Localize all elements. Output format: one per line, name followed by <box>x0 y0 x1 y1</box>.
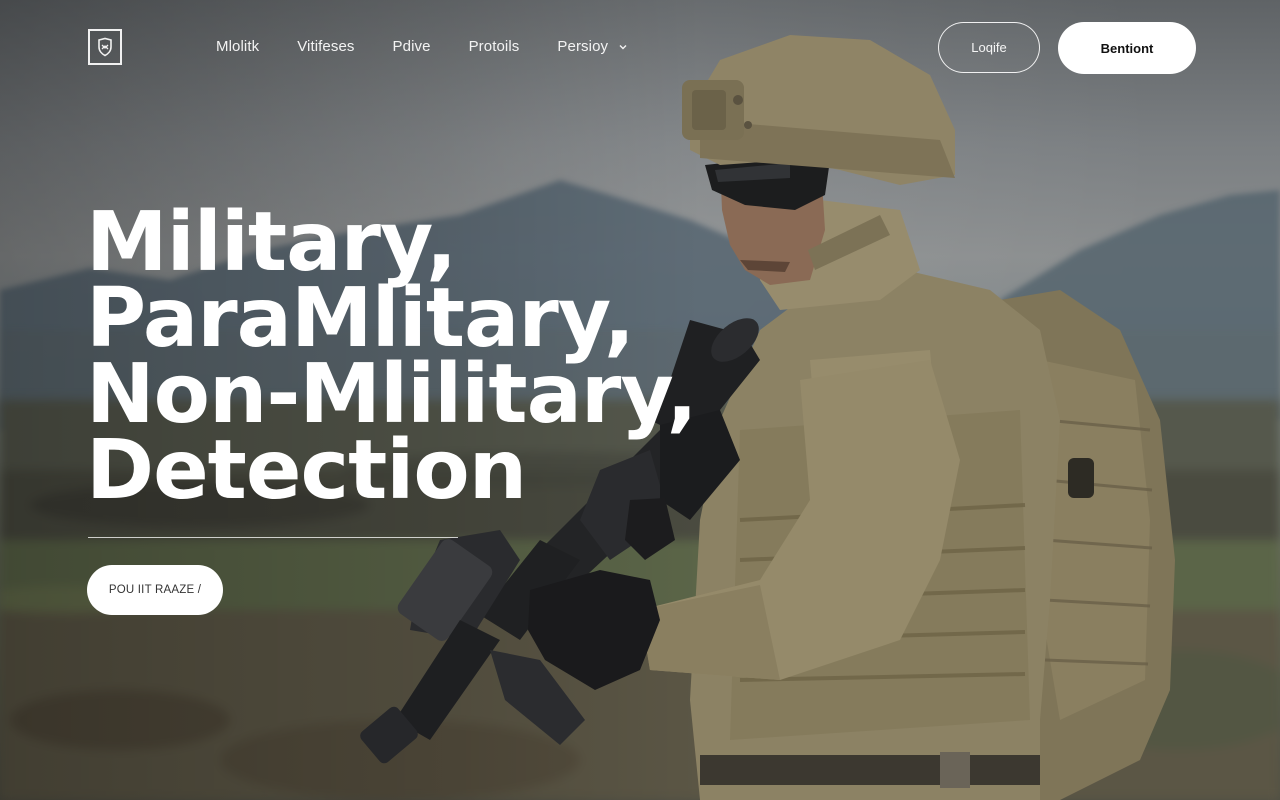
nav-link-1-label: Mlolitk <box>216 38 260 55</box>
chevron-down-icon <box>619 44 627 49</box>
hero-headline: Military, ParaMlitary, Non-Mlilitary, De… <box>86 195 698 518</box>
primary-cta-button[interactable]: Bentiont <box>1058 22 1196 74</box>
nav-link-3-label: Pdive <box>392 38 431 55</box>
hero-divider <box>88 537 458 538</box>
nav-link-2[interactable]: Vitifeses <box>297 38 354 55</box>
nav-link-2-label: Vitifeses <box>297 38 355 55</box>
nav-link-4[interactable]: Protoils <box>469 38 520 55</box>
nav-link-5-dropdown[interactable]: Persioy <box>557 38 628 55</box>
headline-line-4: Detection <box>86 423 527 518</box>
nav-link-1[interactable]: Mlolitk <box>216 38 259 55</box>
login-button-label: Loqife <box>971 40 1007 55</box>
shield-glyph-icon <box>98 37 112 57</box>
nav-link-4-label: Protoils <box>468 38 520 55</box>
shield-logo-icon[interactable] <box>88 29 122 65</box>
headline-line-3: Non-Mlilitary, <box>86 347 698 442</box>
nav-link-5-label: Persioy <box>557 38 609 55</box>
nav-links: Mlolitk Vitifeses Pdive Protoils Persioy <box>216 38 666 55</box>
nav-link-3[interactable]: Pdive <box>393 38 431 55</box>
top-navigation: Mlolitk Vitifeses Pdive Protoils Persioy… <box>0 0 1280 96</box>
headline-line-2: ParaMlitary, <box>86 271 635 366</box>
hero-action-label: POU IIT RAAZE / <box>108 584 202 596</box>
hero-action-button[interactable]: POU IIT RAAZE / <box>87 565 223 615</box>
login-button[interactable]: Loqife <box>938 22 1040 73</box>
headline-line-1: Military, <box>86 195 457 290</box>
primary-cta-label: Bentiont <box>1100 40 1154 56</box>
hero-section: Mlolitk Vitifeses Pdive Protoils Persioy… <box>0 0 1280 800</box>
